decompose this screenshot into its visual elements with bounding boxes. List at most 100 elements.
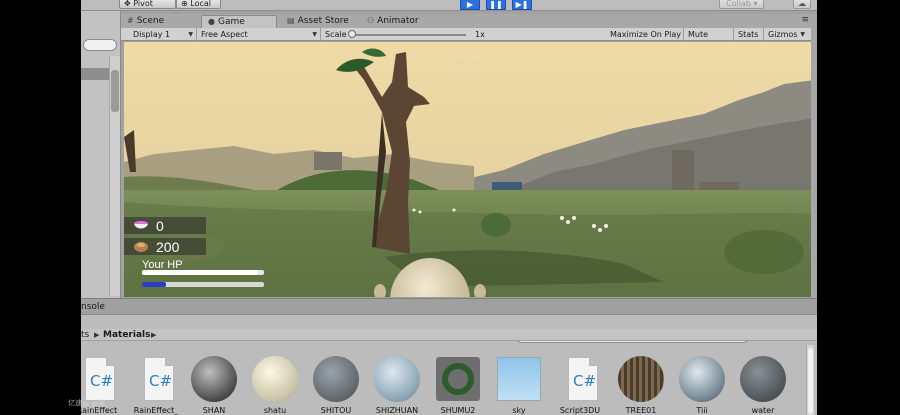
hierarchy-scroll-thumb[interactable] xyxy=(111,70,119,112)
asset-label: RainEffect_ xyxy=(133,406,179,415)
scale-value: 1x xyxy=(471,28,491,41)
letterbox-right xyxy=(817,0,900,415)
hierarchy-selected-row[interactable] xyxy=(81,68,109,80)
asset-item[interactable]: shatu xyxy=(249,355,301,415)
local-icon: ⊕ xyxy=(181,0,191,8)
aspect-dropdown[interactable]: Free Aspect ▼ xyxy=(197,28,321,41)
material-sphere-icon xyxy=(740,355,786,403)
chevron-down-icon: ▼ xyxy=(312,31,317,38)
asset-item[interactable]: SHUMU2 xyxy=(432,355,484,415)
material-sphere-icon xyxy=(313,355,359,403)
pivot-label: Pivot xyxy=(133,0,153,8)
hp-bar xyxy=(142,270,264,275)
game-icon: ● xyxy=(208,17,215,26)
collab-button[interactable]: Collab ▾ xyxy=(719,0,765,9)
hierarchy-scrollbar[interactable] xyxy=(109,56,120,296)
pivot-icon: ✥ xyxy=(124,0,134,8)
maximize-on-play-toggle[interactable]: Maximize On Play xyxy=(606,28,684,41)
material-sphere-icon xyxy=(679,355,725,403)
letterbox-left xyxy=(0,0,81,415)
pivot-button[interactable]: ✥ Pivot xyxy=(119,0,176,9)
asset-label: water xyxy=(751,406,775,415)
tab-animator[interactable]: ⚇ Animator xyxy=(361,15,441,28)
asset-item[interactable]: C# RainEffect_ xyxy=(130,355,182,415)
asset-label: Script3DU xyxy=(559,406,601,415)
console-tab-label[interactable]: nsole xyxy=(81,302,105,312)
asset-grid: C# RainEffect C# RainEffect_ SHAN shatu … xyxy=(81,355,817,415)
asset-item[interactable]: SHAN xyxy=(188,355,240,415)
main-toolbar: ✥ Pivot ⊕ Local ▶ ❚❚ ▶❚ Collab ▾ ☁ xyxy=(81,0,817,11)
scale-label: Scale xyxy=(325,30,347,39)
asset-item[interactable]: C# Script3DU xyxy=(554,355,606,415)
mp-bar xyxy=(142,282,264,287)
mp-bar-fill xyxy=(142,282,167,287)
gold-pouch-icon xyxy=(134,242,148,252)
asset-item[interactable]: SHIZHUAN xyxy=(371,355,423,415)
chevron-right-icon: ▶ xyxy=(94,331,100,339)
project-scrollbar[interactable] xyxy=(806,345,814,415)
asset-item[interactable]: sky xyxy=(493,355,545,415)
game-viewport[interactable]: 77.30 0 200 Your HP xyxy=(124,42,815,297)
asset-label: Tiii xyxy=(696,406,708,415)
tab-asset-store-label: Asset Store xyxy=(297,16,349,26)
display-dropdown[interactable]: Display 1 ▼ xyxy=(129,28,197,41)
mute-audio-toggle[interactable]: Mute Audio xyxy=(684,28,734,52)
watermark-text: 亿速云 云客 xyxy=(68,399,106,407)
hierarchy-search-input[interactable] xyxy=(83,39,117,51)
play-button[interactable]: ▶ xyxy=(460,0,480,10)
asset-item[interactable]: water xyxy=(737,355,789,415)
csharp-script-icon: C# xyxy=(133,355,179,403)
chevron-right-icon: ▶ xyxy=(151,331,157,339)
step-button[interactable]: ▶❚ xyxy=(512,0,532,10)
game-view-toolbar: Display 1 ▼ Free Aspect ▼ Scale 1x Maximiz… xyxy=(121,28,817,52)
bowl-icon xyxy=(134,221,148,229)
chevron-down-icon: ▼ xyxy=(188,31,193,38)
scale-slider-track[interactable] xyxy=(350,34,466,36)
csharp-script-icon: C# xyxy=(557,355,603,403)
animator-icon: ⚇ xyxy=(367,16,375,25)
tab-animator-label: Animator xyxy=(377,16,419,26)
stats-toggle[interactable]: Stats xyxy=(734,28,764,41)
game-view-scrollbar[interactable] xyxy=(811,28,817,298)
cloud-button[interactable]: ☁ xyxy=(793,0,811,9)
scale-slider-knob[interactable] xyxy=(348,30,356,38)
hud-gold-panel: 200 xyxy=(124,238,206,255)
pause-button[interactable]: ❚❚ xyxy=(486,0,506,10)
tab-game[interactable]: ● Game xyxy=(201,15,277,28)
game-scene-render: 77.30 xyxy=(124,42,815,297)
hp-bar-fill xyxy=(142,270,258,275)
local-button[interactable]: ⊕ Local xyxy=(176,0,221,9)
gizmos-label: Gizmos xyxy=(768,30,798,39)
view-tabbar: # Scene ● Game ▤ Asset Store ⚇ Animator ≡ xyxy=(121,14,817,28)
step-icon: ▶❚ xyxy=(515,0,529,9)
asset-item[interactable]: Tiii xyxy=(676,355,728,415)
asset-item[interactable]: TREE01 xyxy=(615,355,667,415)
breadcrumb-parent[interactable]: ts xyxy=(81,329,89,341)
tab-scene[interactable]: # Scene xyxy=(121,15,197,28)
tab-scene-label: Scene xyxy=(136,16,165,26)
display-label: Display 1 xyxy=(133,30,171,39)
asset-store-icon: ▤ xyxy=(287,16,295,25)
asset-label: SHITOU xyxy=(320,406,352,415)
asset-label: TREE01 xyxy=(625,406,657,415)
coin-count: 0 xyxy=(156,218,164,234)
gizmos-dropdown[interactable]: Gizmos ▼ xyxy=(764,28,808,41)
hierarchy-panel xyxy=(81,11,121,298)
material-sphere-icon xyxy=(191,355,237,403)
material-leaves-icon xyxy=(435,355,481,403)
breadcrumb-current[interactable]: Materials xyxy=(103,329,150,341)
local-label: Local xyxy=(190,0,211,8)
tab-menu-icon[interactable]: ≡ xyxy=(801,15,809,25)
scene-icon: # xyxy=(127,16,134,25)
asset-label: SHAN xyxy=(202,406,226,415)
asset-label: SHUMU2 xyxy=(440,406,476,415)
asset-label: sky xyxy=(512,406,526,415)
project-scroll-thumb[interactable] xyxy=(808,348,813,414)
asset-item[interactable]: SHITOU xyxy=(310,355,362,415)
aspect-label: Free Aspect xyxy=(201,30,248,39)
tab-game-label: Game xyxy=(217,17,245,27)
tab-asset-store[interactable]: ▤ Asset Store xyxy=(281,15,361,28)
csharp-script-icon: C# xyxy=(81,355,120,403)
material-sphere-icon xyxy=(374,355,420,403)
gold-count: 200 xyxy=(156,239,180,255)
